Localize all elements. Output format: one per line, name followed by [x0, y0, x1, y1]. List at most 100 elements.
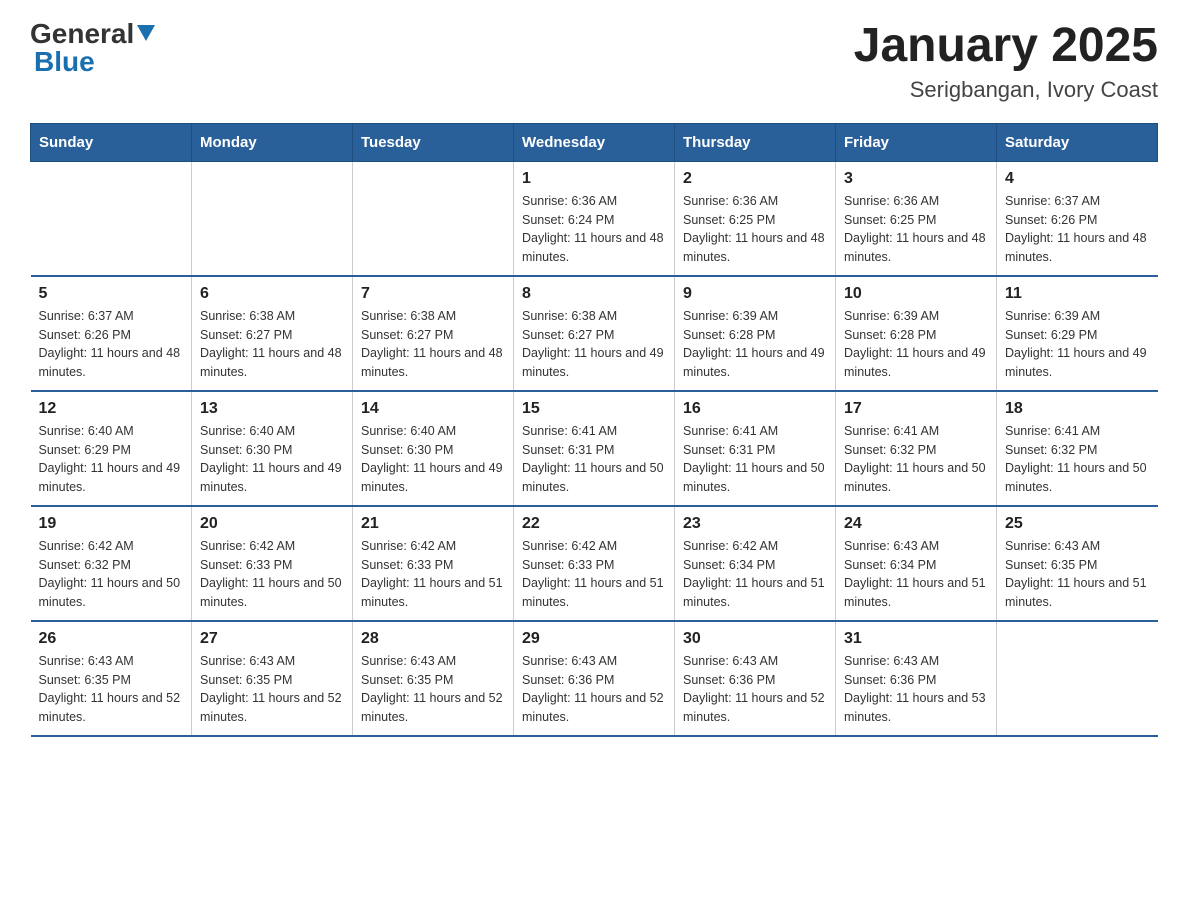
logo-text-blue: Blue [34, 46, 95, 77]
weekday-header-thursday: Thursday [675, 123, 836, 161]
calendar-cell: 30Sunrise: 6:43 AM Sunset: 6:36 PM Dayli… [675, 621, 836, 736]
calendar-cell [997, 621, 1158, 736]
day-number: 27 [200, 630, 344, 648]
day-number: 1 [522, 170, 666, 188]
day-number: 6 [200, 285, 344, 303]
day-info: Sunrise: 6:43 AM Sunset: 6:36 PM Dayligh… [522, 652, 666, 727]
day-info: Sunrise: 6:40 AM Sunset: 6:30 PM Dayligh… [200, 422, 344, 497]
calendar-cell: 12 Sunrise: 6:40 AM Sunset: 6:29 PM Dayli… [31, 391, 192, 506]
day-number: 12 [39, 400, 184, 418]
day-number: 25 [1005, 515, 1150, 533]
day-number: 3 [844, 170, 988, 188]
calendar-cell [353, 161, 514, 276]
calendar-week-row: 19 Sunrise: 6:42 AM Sunset: 6:32 PM Dayli… [31, 506, 1158, 621]
day-info: Sunrise: 6:39 AM Sunset: 6:29 PM Dayligh… [1005, 307, 1150, 382]
calendar-cell: 28Sunrise: 6:43 AM Sunset: 6:35 PM Dayli… [353, 621, 514, 736]
day-number: 9 [683, 285, 827, 303]
day-info: Sunrise: 6:40 AM Sunset: 6:29 PM Dayligh… [39, 422, 184, 497]
weekday-header-saturday: Saturday [997, 123, 1158, 161]
weekday-header-monday: Monday [192, 123, 353, 161]
day-number: 17 [844, 400, 988, 418]
calendar-cell: 15 Sunrise: 6:41 AM Sunset: 6:31 PM Dayli… [514, 391, 675, 506]
weekday-header-friday: Friday [836, 123, 997, 161]
calendar-cell: 4 Sunrise: 6:37 AM Sunset: 6:26 PM Daylig… [997, 161, 1158, 276]
day-info: Sunrise: 6:43 AM Sunset: 6:36 PM Dayligh… [844, 652, 988, 727]
weekday-header-tuesday: Tuesday [353, 123, 514, 161]
calendar-week-row: 26 Sunrise: 6:43 AM Sunset: 6:35 PM Dayli… [31, 621, 1158, 736]
day-info: Sunrise: 6:41 AM Sunset: 6:32 PM Dayligh… [844, 422, 988, 497]
calendar-cell: 7 Sunrise: 6:38 AM Sunset: 6:27 PM Daylig… [353, 276, 514, 391]
day-info: Sunrise: 6:36 AM Sunset: 6:25 PM Dayligh… [683, 192, 827, 267]
day-info: Sunrise: 6:39 AM Sunset: 6:28 PM Dayligh… [683, 307, 827, 382]
day-info: Sunrise: 6:42 AM Sunset: 6:34 PM Dayligh… [683, 537, 827, 612]
calendar-cell: 11 Sunrise: 6:39 AM Sunset: 6:29 PM Dayli… [997, 276, 1158, 391]
day-info: Sunrise: 6:41 AM Sunset: 6:32 PM Dayligh… [1005, 422, 1150, 497]
day-info: Sunrise: 6:37 AM Sunset: 6:26 PM Dayligh… [1005, 192, 1150, 267]
day-number: 31 [844, 630, 988, 648]
day-number: 30 [683, 630, 827, 648]
day-number: 5 [39, 285, 184, 303]
day-number: 29 [522, 630, 666, 648]
calendar-cell: 19 Sunrise: 6:42 AM Sunset: 6:32 PM Dayli… [31, 506, 192, 621]
calendar-cell [192, 161, 353, 276]
logo: General Blue [30, 20, 155, 76]
day-info: Sunrise: 6:37 AM Sunset: 6:26 PM Dayligh… [39, 307, 184, 382]
calendar-cell: 25Sunrise: 6:43 AM Sunset: 6:35 PM Dayli… [997, 506, 1158, 621]
calendar-cell: 3 Sunrise: 6:36 AM Sunset: 6:25 PM Daylig… [836, 161, 997, 276]
calendar-cell: 2 Sunrise: 6:36 AM Sunset: 6:25 PM Daylig… [675, 161, 836, 276]
day-number: 13 [200, 400, 344, 418]
calendar-cell: 9 Sunrise: 6:39 AM Sunset: 6:28 PM Daylig… [675, 276, 836, 391]
calendar-cell: 26 Sunrise: 6:43 AM Sunset: 6:35 PM Dayli… [31, 621, 192, 736]
page-subtitle: Serigbangan, Ivory Coast [854, 77, 1158, 103]
day-info: Sunrise: 6:38 AM Sunset: 6:27 PM Dayligh… [361, 307, 505, 382]
calendar-cell: 5 Sunrise: 6:37 AM Sunset: 6:26 PM Daylig… [31, 276, 192, 391]
day-info: Sunrise: 6:42 AM Sunset: 6:33 PM Dayligh… [361, 537, 505, 612]
day-info: Sunrise: 6:42 AM Sunset: 6:33 PM Dayligh… [200, 537, 344, 612]
calendar-cell: 23 Sunrise: 6:42 AM Sunset: 6:34 PM Dayli… [675, 506, 836, 621]
title-block: January 2025 Serigbangan, Ivory Coast [854, 20, 1158, 103]
day-info: Sunrise: 6:39 AM Sunset: 6:28 PM Dayligh… [844, 307, 988, 382]
day-number: 2 [683, 170, 827, 188]
calendar-cell: 1Sunrise: 6:36 AM Sunset: 6:24 PM Daylig… [514, 161, 675, 276]
calendar-cell: 14Sunrise: 6:40 AM Sunset: 6:30 PM Dayli… [353, 391, 514, 506]
weekday-header-sunday: Sunday [31, 123, 192, 161]
day-number: 20 [200, 515, 344, 533]
calendar-cell: 10 Sunrise: 6:39 AM Sunset: 6:28 PM Dayli… [836, 276, 997, 391]
calendar-week-row: 12 Sunrise: 6:40 AM Sunset: 6:29 PM Dayli… [31, 391, 1158, 506]
calendar-cell: 24Sunrise: 6:43 AM Sunset: 6:34 PM Dayli… [836, 506, 997, 621]
day-number: 19 [39, 515, 184, 533]
day-info: Sunrise: 6:38 AM Sunset: 6:27 PM Dayligh… [522, 307, 666, 382]
page-header: General Blue January 2025 Serigbangan, I… [30, 20, 1158, 103]
calendar-week-row: 5 Sunrise: 6:37 AM Sunset: 6:26 PM Daylig… [31, 276, 1158, 391]
day-number: 22 [522, 515, 666, 533]
day-number: 4 [1005, 170, 1150, 188]
day-info: Sunrise: 6:36 AM Sunset: 6:25 PM Dayligh… [844, 192, 988, 267]
calendar-cell: 22 Sunrise: 6:42 AM Sunset: 6:33 PM Dayli… [514, 506, 675, 621]
day-info: Sunrise: 6:41 AM Sunset: 6:31 PM Dayligh… [522, 422, 666, 497]
day-info: Sunrise: 6:42 AM Sunset: 6:33 PM Dayligh… [522, 537, 666, 612]
day-number: 8 [522, 285, 666, 303]
day-number: 24 [844, 515, 988, 533]
day-number: 11 [1005, 285, 1150, 303]
day-info: Sunrise: 6:42 AM Sunset: 6:32 PM Dayligh… [39, 537, 184, 612]
page-title: January 2025 [854, 20, 1158, 73]
weekday-header-wednesday: Wednesday [514, 123, 675, 161]
day-number: 7 [361, 285, 505, 303]
day-info: Sunrise: 6:41 AM Sunset: 6:31 PM Dayligh… [683, 422, 827, 497]
day-number: 10 [844, 285, 988, 303]
calendar-cell: 6Sunrise: 6:38 AM Sunset: 6:27 PM Daylig… [192, 276, 353, 391]
calendar-cell: 8 Sunrise: 6:38 AM Sunset: 6:27 PM Daylig… [514, 276, 675, 391]
day-number: 15 [522, 400, 666, 418]
day-info: Sunrise: 6:43 AM Sunset: 6:35 PM Dayligh… [39, 652, 184, 727]
day-number: 26 [39, 630, 184, 648]
day-number: 28 [361, 630, 505, 648]
calendar-cell: 20 Sunrise: 6:42 AM Sunset: 6:33 PM Dayli… [192, 506, 353, 621]
calendar-cell: 16 Sunrise: 6:41 AM Sunset: 6:31 PM Dayli… [675, 391, 836, 506]
day-number: 14 [361, 400, 505, 418]
calendar-table: SundayMondayTuesdayWednesdayThursdayFrid… [30, 123, 1158, 737]
day-number: 23 [683, 515, 827, 533]
day-number: 21 [361, 515, 505, 533]
calendar-week-row: 1Sunrise: 6:36 AM Sunset: 6:24 PM Daylig… [31, 161, 1158, 276]
calendar-cell: 27Sunrise: 6:43 AM Sunset: 6:35 PM Dayli… [192, 621, 353, 736]
day-number: 16 [683, 400, 827, 418]
